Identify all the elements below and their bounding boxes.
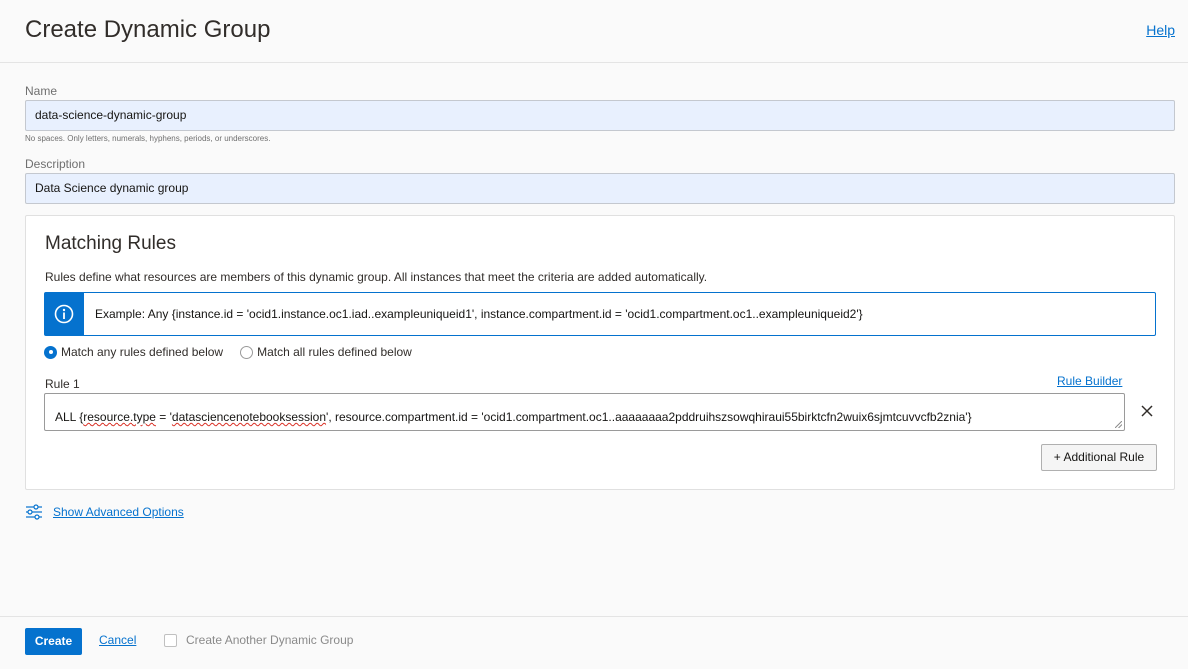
rule-text-mid: = ' <box>155 410 172 424</box>
match-any-label: Match any rules defined below <box>61 345 224 359</box>
info-icon <box>54 304 74 324</box>
name-label: Name <box>25 84 58 98</box>
create-button[interactable]: Create <box>25 628 82 655</box>
help-link[interactable]: Help <box>1146 22 1175 38</box>
match-mode-radio-group: Match any rules defined below Match all … <box>44 344 429 360</box>
additional-rule-button[interactable]: + Additional Rule <box>1041 444 1157 471</box>
info-icon-bar <box>45 293 84 335</box>
create-another-label: Create Another Dynamic Group <box>186 633 354 647</box>
example-text: Example: Any {instance.id = 'ocid1.insta… <box>95 307 863 321</box>
rule-builder-link[interactable]: Rule Builder <box>1057 374 1122 388</box>
match-any-option[interactable]: Match any rules defined below <box>44 345 223 359</box>
cancel-link[interactable]: Cancel <box>99 633 136 647</box>
match-all-radio[interactable] <box>240 345 254 359</box>
matching-rules-description: Rules define what resources are members … <box>45 270 708 284</box>
rule-text-suffix: ', resource.compartment.id = 'ocid1.comp… <box>326 410 972 424</box>
rule-1-label: Rule 1 <box>45 377 80 391</box>
match-any-radio[interactable] <box>44 345 57 359</box>
name-hint: No spaces. Only letters, numerals, hyphe… <box>25 134 271 143</box>
rule-text-type-value: datasciencenotebooksession <box>171 410 327 424</box>
page-footer: Create Cancel Create Another Dynamic Gro… <box>0 616 1188 669</box>
show-advanced-options[interactable]: Show Advanced Options <box>25 503 184 521</box>
match-all-label: Match all rules defined below <box>257 345 412 359</box>
matching-rules-title: Matching Rules <box>45 233 176 254</box>
show-advanced-options-link[interactable]: Show Advanced Options <box>53 505 184 519</box>
match-all-option[interactable]: Match all rules defined below <box>240 345 412 359</box>
name-input[interactable]: data-science-dynamic-group <box>25 100 1175 131</box>
page-title: Create Dynamic Group <box>25 16 271 43</box>
create-another-checkbox[interactable] <box>164 634 177 647</box>
rule-text-prefix: ALL { <box>55 410 84 424</box>
matching-rules-panel: Matching Rules Rules define what resourc… <box>25 215 1175 490</box>
page-header: Create Dynamic Group Help <box>0 0 1188 63</box>
rule-text-resource-type: resource.type <box>83 410 156 424</box>
sliders-icon <box>26 504 42 520</box>
example-info-box: Example: Any {instance.id = 'ocid1.insta… <box>44 292 1156 336</box>
rule-1-textarea[interactable]: ALL {resource.type = 'datasciencenoteboo… <box>44 393 1125 431</box>
resize-grip-icon[interactable] <box>1115 421 1122 428</box>
remove-rule-icon[interactable] <box>1139 403 1155 419</box>
description-input[interactable]: Data Science dynamic group <box>25 173 1175 204</box>
description-label: Description <box>25 157 86 171</box>
